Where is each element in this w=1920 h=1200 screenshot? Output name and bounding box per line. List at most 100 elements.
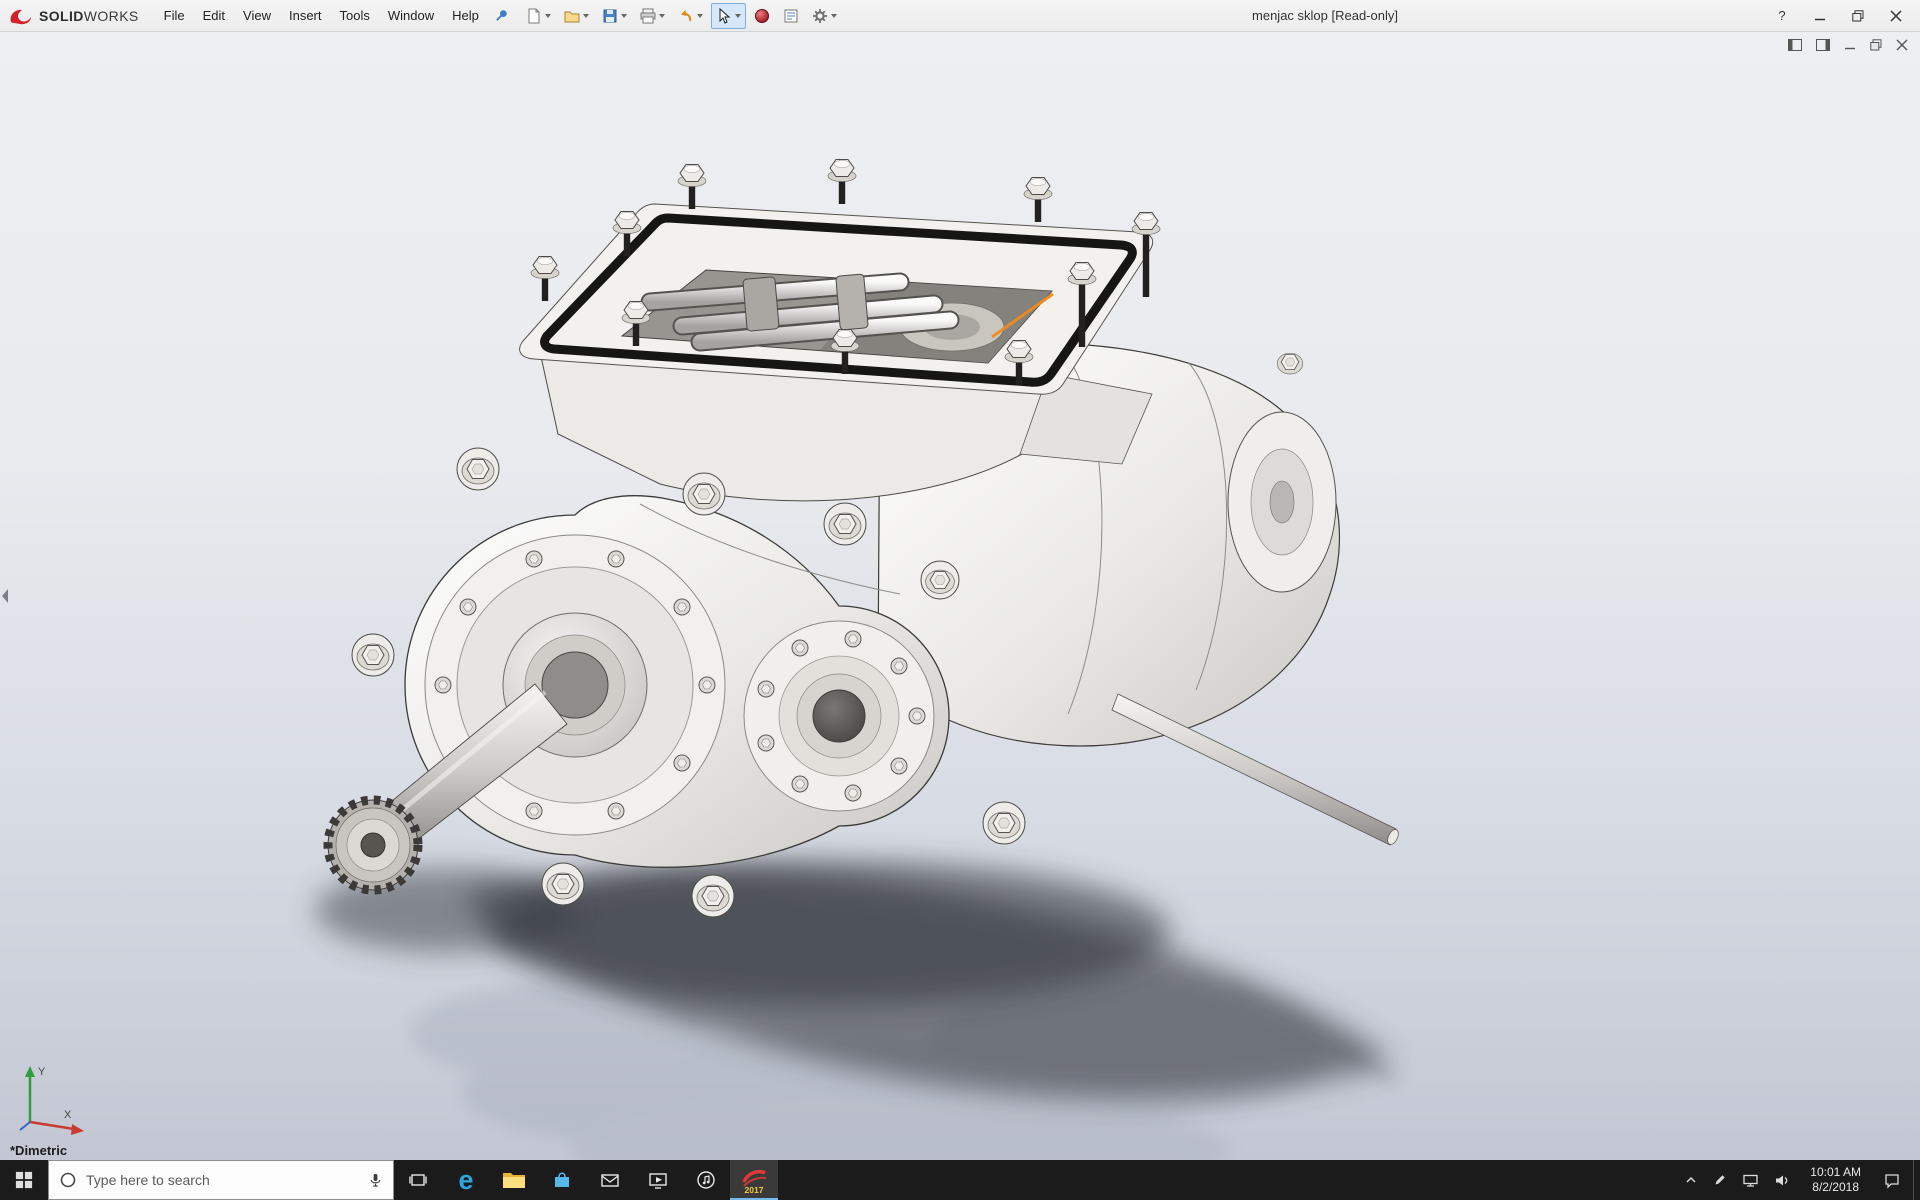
groove-music-icon xyxy=(695,1169,717,1191)
close-icon xyxy=(1890,10,1902,22)
titlebar: SOLIDWORKS File Edit View Insert Tools W… xyxy=(0,0,1920,32)
taskbar-app-store[interactable] xyxy=(538,1160,586,1200)
standard-toolbar xyxy=(521,3,842,29)
clock-date: 8/2/2018 xyxy=(1812,1180,1859,1195)
open-button[interactable] xyxy=(559,3,594,29)
restore-button[interactable] xyxy=(1850,8,1866,24)
minimize-icon xyxy=(1844,39,1856,51)
task-view-icon xyxy=(408,1170,428,1190)
menu-file[interactable]: File xyxy=(155,0,194,31)
pane-left-button[interactable] xyxy=(1788,39,1802,51)
solidworks-app-window: SOLIDWORKS File Edit View Insert Tools W… xyxy=(0,0,1920,1200)
restore-document-button[interactable] xyxy=(1870,39,1882,51)
undo-icon xyxy=(678,8,694,24)
chevron-up-icon xyxy=(1684,1173,1698,1187)
cortana-search-icon xyxy=(59,1171,77,1189)
print-button[interactable] xyxy=(635,3,670,29)
start-button[interactable] xyxy=(0,1160,48,1200)
red-sphere-icon xyxy=(754,8,770,24)
pushpin-icon xyxy=(494,8,509,23)
hidden-icons-button[interactable] xyxy=(1684,1173,1698,1187)
taskbar-app-solidworks[interactable]: 2017 xyxy=(730,1160,778,1200)
solidworks-logo: SOLIDWORKS xyxy=(8,7,139,25)
minimize-icon xyxy=(1814,10,1826,22)
minimize-document-button[interactable] xyxy=(1844,39,1856,51)
menu-help[interactable]: Help xyxy=(443,0,488,31)
microphone-icon[interactable] xyxy=(368,1172,383,1188)
print-icon xyxy=(640,8,656,24)
menu-tools[interactable]: Tools xyxy=(331,0,379,31)
dropdown-caret-icon[interactable] xyxy=(545,14,551,18)
featuremanager-flyout-arrow[interactable] xyxy=(0,583,12,609)
undo-button[interactable] xyxy=(673,3,708,29)
view-orientation-label: *Dimetric xyxy=(10,1143,67,1158)
document-properties-icon xyxy=(783,8,799,24)
gear-icon xyxy=(812,8,828,24)
taskbar-app-mail[interactable] xyxy=(586,1160,634,1200)
save-button[interactable] xyxy=(597,3,632,29)
menu-insert[interactable]: Insert xyxy=(280,0,331,31)
volume-icon xyxy=(1774,1173,1790,1188)
close-document-button[interactable] xyxy=(1896,39,1908,51)
dropdown-caret-icon[interactable] xyxy=(831,14,837,18)
system-tray xyxy=(1674,1160,1800,1200)
task-view-button[interactable] xyxy=(394,1160,442,1200)
taskbar-search-box[interactable] xyxy=(48,1160,394,1200)
output-shaft[interactable] xyxy=(1112,694,1401,846)
network-tray-button[interactable] xyxy=(1742,1173,1759,1188)
save-icon xyxy=(602,8,618,24)
pen-tray-button[interactable] xyxy=(1713,1173,1727,1187)
network-icon xyxy=(1742,1173,1759,1188)
brand-solid: SOLID xyxy=(39,8,84,24)
movies-tv-icon xyxy=(647,1169,669,1191)
select-tool-button[interactable] xyxy=(711,3,746,29)
clock-time: 10:01 AM xyxy=(1810,1165,1861,1180)
taskbar-app-edge[interactable]: e xyxy=(442,1160,490,1200)
store-icon xyxy=(551,1169,573,1191)
action-center-button[interactable] xyxy=(1871,1160,1913,1200)
taskbar-clock[interactable]: 10:01 AM 8/2/2018 xyxy=(1800,1160,1871,1200)
dropdown-caret-icon[interactable] xyxy=(735,14,741,18)
search-input[interactable] xyxy=(86,1172,359,1188)
appearance-button[interactable] xyxy=(749,3,775,29)
taskbar-app-movies-tv[interactable] xyxy=(634,1160,682,1200)
new-document-icon xyxy=(526,8,542,24)
pane-right-button[interactable] xyxy=(1816,39,1830,51)
pin-menubar-button[interactable] xyxy=(494,8,509,23)
select-cursor-icon xyxy=(716,8,732,24)
gearbox-3d-model[interactable] xyxy=(0,32,1920,1160)
pane-left-icon xyxy=(1788,39,1802,51)
chevron-left-icon xyxy=(0,587,10,605)
pane-right-icon xyxy=(1816,39,1830,51)
dropdown-caret-icon[interactable] xyxy=(659,14,665,18)
taskbar-app-groove-music[interactable] xyxy=(682,1160,730,1200)
help-button[interactable]: ? xyxy=(1774,8,1790,24)
show-desktop-button[interactable] xyxy=(1913,1160,1920,1200)
dropdown-caret-icon[interactable] xyxy=(621,14,627,18)
triad-y-label: Y xyxy=(38,1066,46,1078)
dropdown-caret-icon[interactable] xyxy=(697,14,703,18)
graphics-area[interactable]: Y X *Dimetric xyxy=(0,32,1920,1160)
minimize-button[interactable] xyxy=(1812,8,1828,24)
window-controls: ? xyxy=(1774,8,1912,24)
menu-view[interactable]: View xyxy=(234,0,280,31)
volume-tray-button[interactable] xyxy=(1774,1173,1790,1188)
dassault-ds-icon xyxy=(8,7,34,25)
mail-icon xyxy=(599,1169,621,1191)
menu-edit[interactable]: Edit xyxy=(194,0,234,31)
action-center-icon xyxy=(1883,1171,1901,1189)
menu-window[interactable]: Window xyxy=(379,0,443,31)
brand-works: WORKS xyxy=(84,8,139,24)
dropdown-caret-icon[interactable] xyxy=(583,14,589,18)
restore-icon xyxy=(1852,10,1864,22)
options-button[interactable] xyxy=(807,3,842,29)
brand-text: SOLIDWORKS xyxy=(39,8,139,24)
document-window-controls xyxy=(1788,39,1908,51)
document-properties-button[interactable] xyxy=(778,3,804,29)
close-button[interactable] xyxy=(1888,8,1904,24)
solidworks-year-label: 2017 xyxy=(745,1185,764,1195)
new-document-button[interactable] xyxy=(521,3,556,29)
taskbar-app-file-explorer[interactable] xyxy=(490,1160,538,1200)
windows-logo-icon xyxy=(15,1171,33,1189)
solidworks-app-icon: 2017 xyxy=(739,1165,769,1195)
